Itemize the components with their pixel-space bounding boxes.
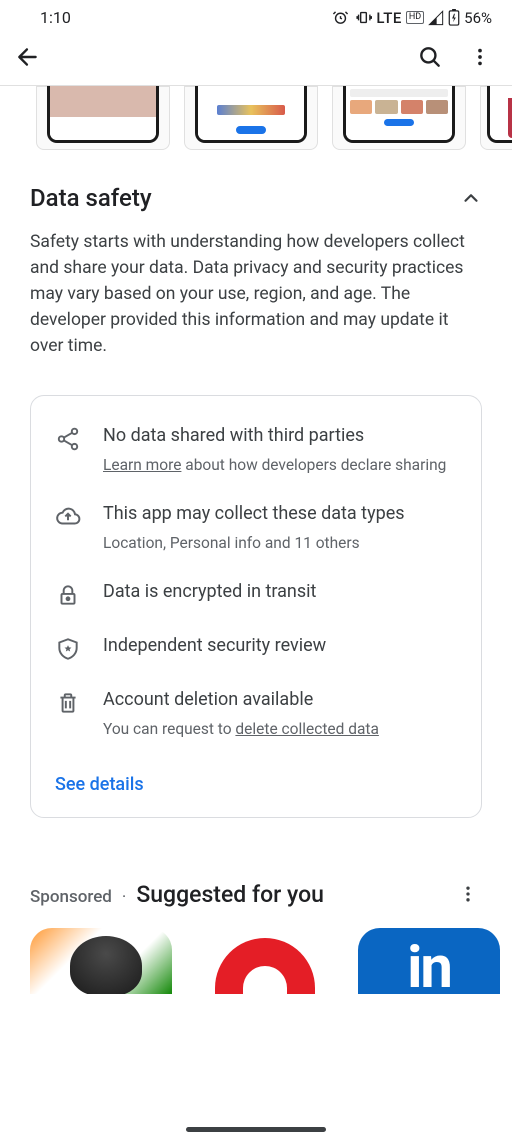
safety-item-security: Independent security review bbox=[55, 634, 457, 662]
back-button[interactable] bbox=[14, 43, 42, 71]
battery-percent: 56% bbox=[464, 9, 492, 27]
signal-icon bbox=[428, 10, 444, 26]
sponsored-label: Sponsored bbox=[30, 887, 112, 907]
suggested-app-card[interactable] bbox=[30, 928, 172, 994]
screenshot-thumbnail[interactable] bbox=[332, 86, 466, 150]
data-safety-header[interactable]: Data safety bbox=[30, 184, 482, 212]
learn-more-link[interactable]: Learn more bbox=[103, 456, 181, 474]
safety-item-collection: This app may collect these data types Lo… bbox=[55, 502, 457, 554]
safety-item-title: Data is encrypted in transit bbox=[103, 580, 457, 604]
share-icon bbox=[55, 426, 81, 452]
shield-star-icon bbox=[55, 636, 81, 662]
sponsored-header: Sponsored · Suggested for you bbox=[0, 818, 512, 908]
vibrate-icon bbox=[355, 9, 372, 26]
safety-item-title: Independent security review bbox=[103, 634, 457, 658]
safety-item-subtitle: Learn more about how developers declare … bbox=[103, 455, 457, 477]
status-bar: 1:10 LTE HD 56% bbox=[0, 0, 512, 33]
more-button[interactable] bbox=[466, 43, 494, 71]
app-bar bbox=[0, 33, 512, 85]
data-safety-description: Safety starts with understanding how dev… bbox=[30, 230, 482, 359]
trash-icon bbox=[55, 690, 81, 716]
screenshot-thumbnail[interactable] bbox=[36, 86, 170, 150]
network-badge: HD bbox=[406, 11, 424, 24]
safety-item-title: This app may collect these data types bbox=[103, 502, 457, 526]
screenshots-row[interactable] bbox=[0, 86, 512, 160]
network-label: LTE bbox=[376, 9, 401, 27]
suggested-app-card[interactable] bbox=[194, 928, 336, 994]
clock: 1:10 bbox=[40, 8, 71, 27]
chevron-up-icon bbox=[460, 187, 482, 209]
data-safety-section: Data safety Safety starts with understan… bbox=[0, 160, 512, 359]
search-button[interactable] bbox=[416, 43, 444, 71]
status-right: LTE HD 56% bbox=[332, 9, 492, 27]
nav-indicator bbox=[186, 1127, 326, 1132]
separator-dot: · bbox=[122, 887, 126, 907]
delete-data-link[interactable]: delete collected data bbox=[235, 720, 378, 738]
safety-item-sharing: No data shared with third parties Learn … bbox=[55, 424, 457, 476]
cloud-upload-icon bbox=[55, 504, 81, 530]
section-title: Data safety bbox=[30, 184, 152, 212]
suggested-title: Suggested for you bbox=[136, 881, 324, 908]
safety-item-deletion: Account deletion available You can reque… bbox=[55, 688, 457, 740]
screenshot-thumbnail[interactable] bbox=[184, 86, 318, 150]
safety-item-title: No data shared with third parties bbox=[103, 424, 457, 448]
safety-item-subtitle: You can request to delete collected data bbox=[103, 719, 457, 741]
sponsored-more-button[interactable] bbox=[454, 880, 482, 908]
lock-icon bbox=[55, 582, 81, 608]
see-details-button[interactable]: See details bbox=[55, 766, 457, 795]
alarm-icon bbox=[332, 9, 349, 26]
data-safety-card: No data shared with third parties Learn … bbox=[30, 395, 482, 818]
safety-item-subtitle: Location, Personal info and 11 others bbox=[103, 533, 457, 555]
battery-icon bbox=[448, 9, 460, 26]
suggested-app-card[interactable]: in bbox=[358, 928, 500, 994]
suggested-apps-row[interactable]: in bbox=[0, 908, 512, 994]
screenshot-thumbnail[interactable] bbox=[480, 86, 512, 150]
safety-item-title: Account deletion available bbox=[103, 688, 457, 712]
safety-item-encryption: Data is encrypted in transit bbox=[55, 580, 457, 608]
